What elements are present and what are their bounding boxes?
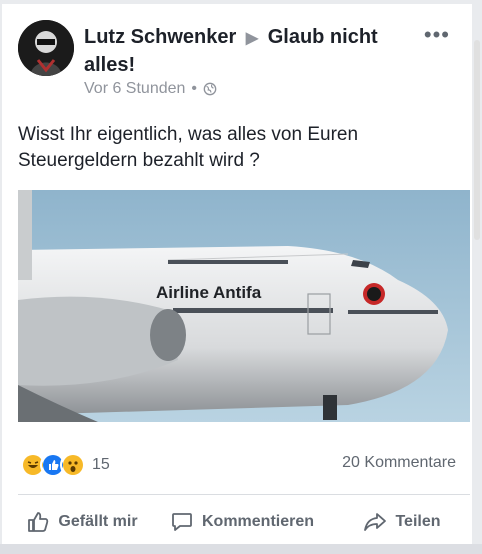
- comment-label: Kommentieren: [201, 513, 315, 530]
- triangle-right-icon: ▶: [245, 30, 259, 47]
- thumbs-up-icon: [28, 512, 49, 532]
- post-text: Wisst Ihr eigentlich, was alles von Eure…: [18, 124, 359, 171]
- reaction-count: 15: [92, 456, 110, 473]
- author-name[interactable]: Lutz Schwenker: [84, 26, 236, 48]
- more-options-icon[interactable]: •••: [424, 22, 450, 48]
- timestamp[interactable]: Vor 6 Stunden: [84, 80, 185, 98]
- reactions-summary[interactable]: 15: [20, 452, 110, 478]
- post-meta: Vor 6 Stunden •: [84, 80, 217, 98]
- share-icon: [364, 513, 387, 531]
- like-label: Gefällt mir: [58, 513, 138, 530]
- like-button[interactable]: Gefällt mir: [2, 504, 162, 540]
- post-header-title: Lutz Schwenker ▶ Glaub nicht alles!: [84, 24, 414, 78]
- action-bar: Gefällt mir Kommentieren Teilen: [2, 504, 482, 540]
- avatar[interactable]: [18, 20, 74, 76]
- comments-count[interactable]: 20 Kommentare: [342, 454, 456, 472]
- post-card: Lutz Schwenker ▶ Glaub nicht alles! ••• …: [2, 4, 472, 544]
- wow-reaction-icon: [60, 452, 86, 478]
- post-image[interactable]: Airline Antifa: [18, 190, 470, 422]
- divider: [18, 494, 470, 495]
- scrollbar[interactable]: [474, 40, 480, 240]
- separator: •: [191, 80, 198, 97]
- comment-icon: [172, 513, 192, 531]
- bottom-strip: [0, 544, 482, 554]
- share-label: Teilen: [395, 513, 441, 530]
- share-button[interactable]: Teilen: [322, 504, 482, 540]
- image-caption: Airline Antifa: [156, 283, 262, 302]
- comment-button[interactable]: Kommentieren: [162, 504, 322, 540]
- globe-icon: [203, 82, 217, 96]
